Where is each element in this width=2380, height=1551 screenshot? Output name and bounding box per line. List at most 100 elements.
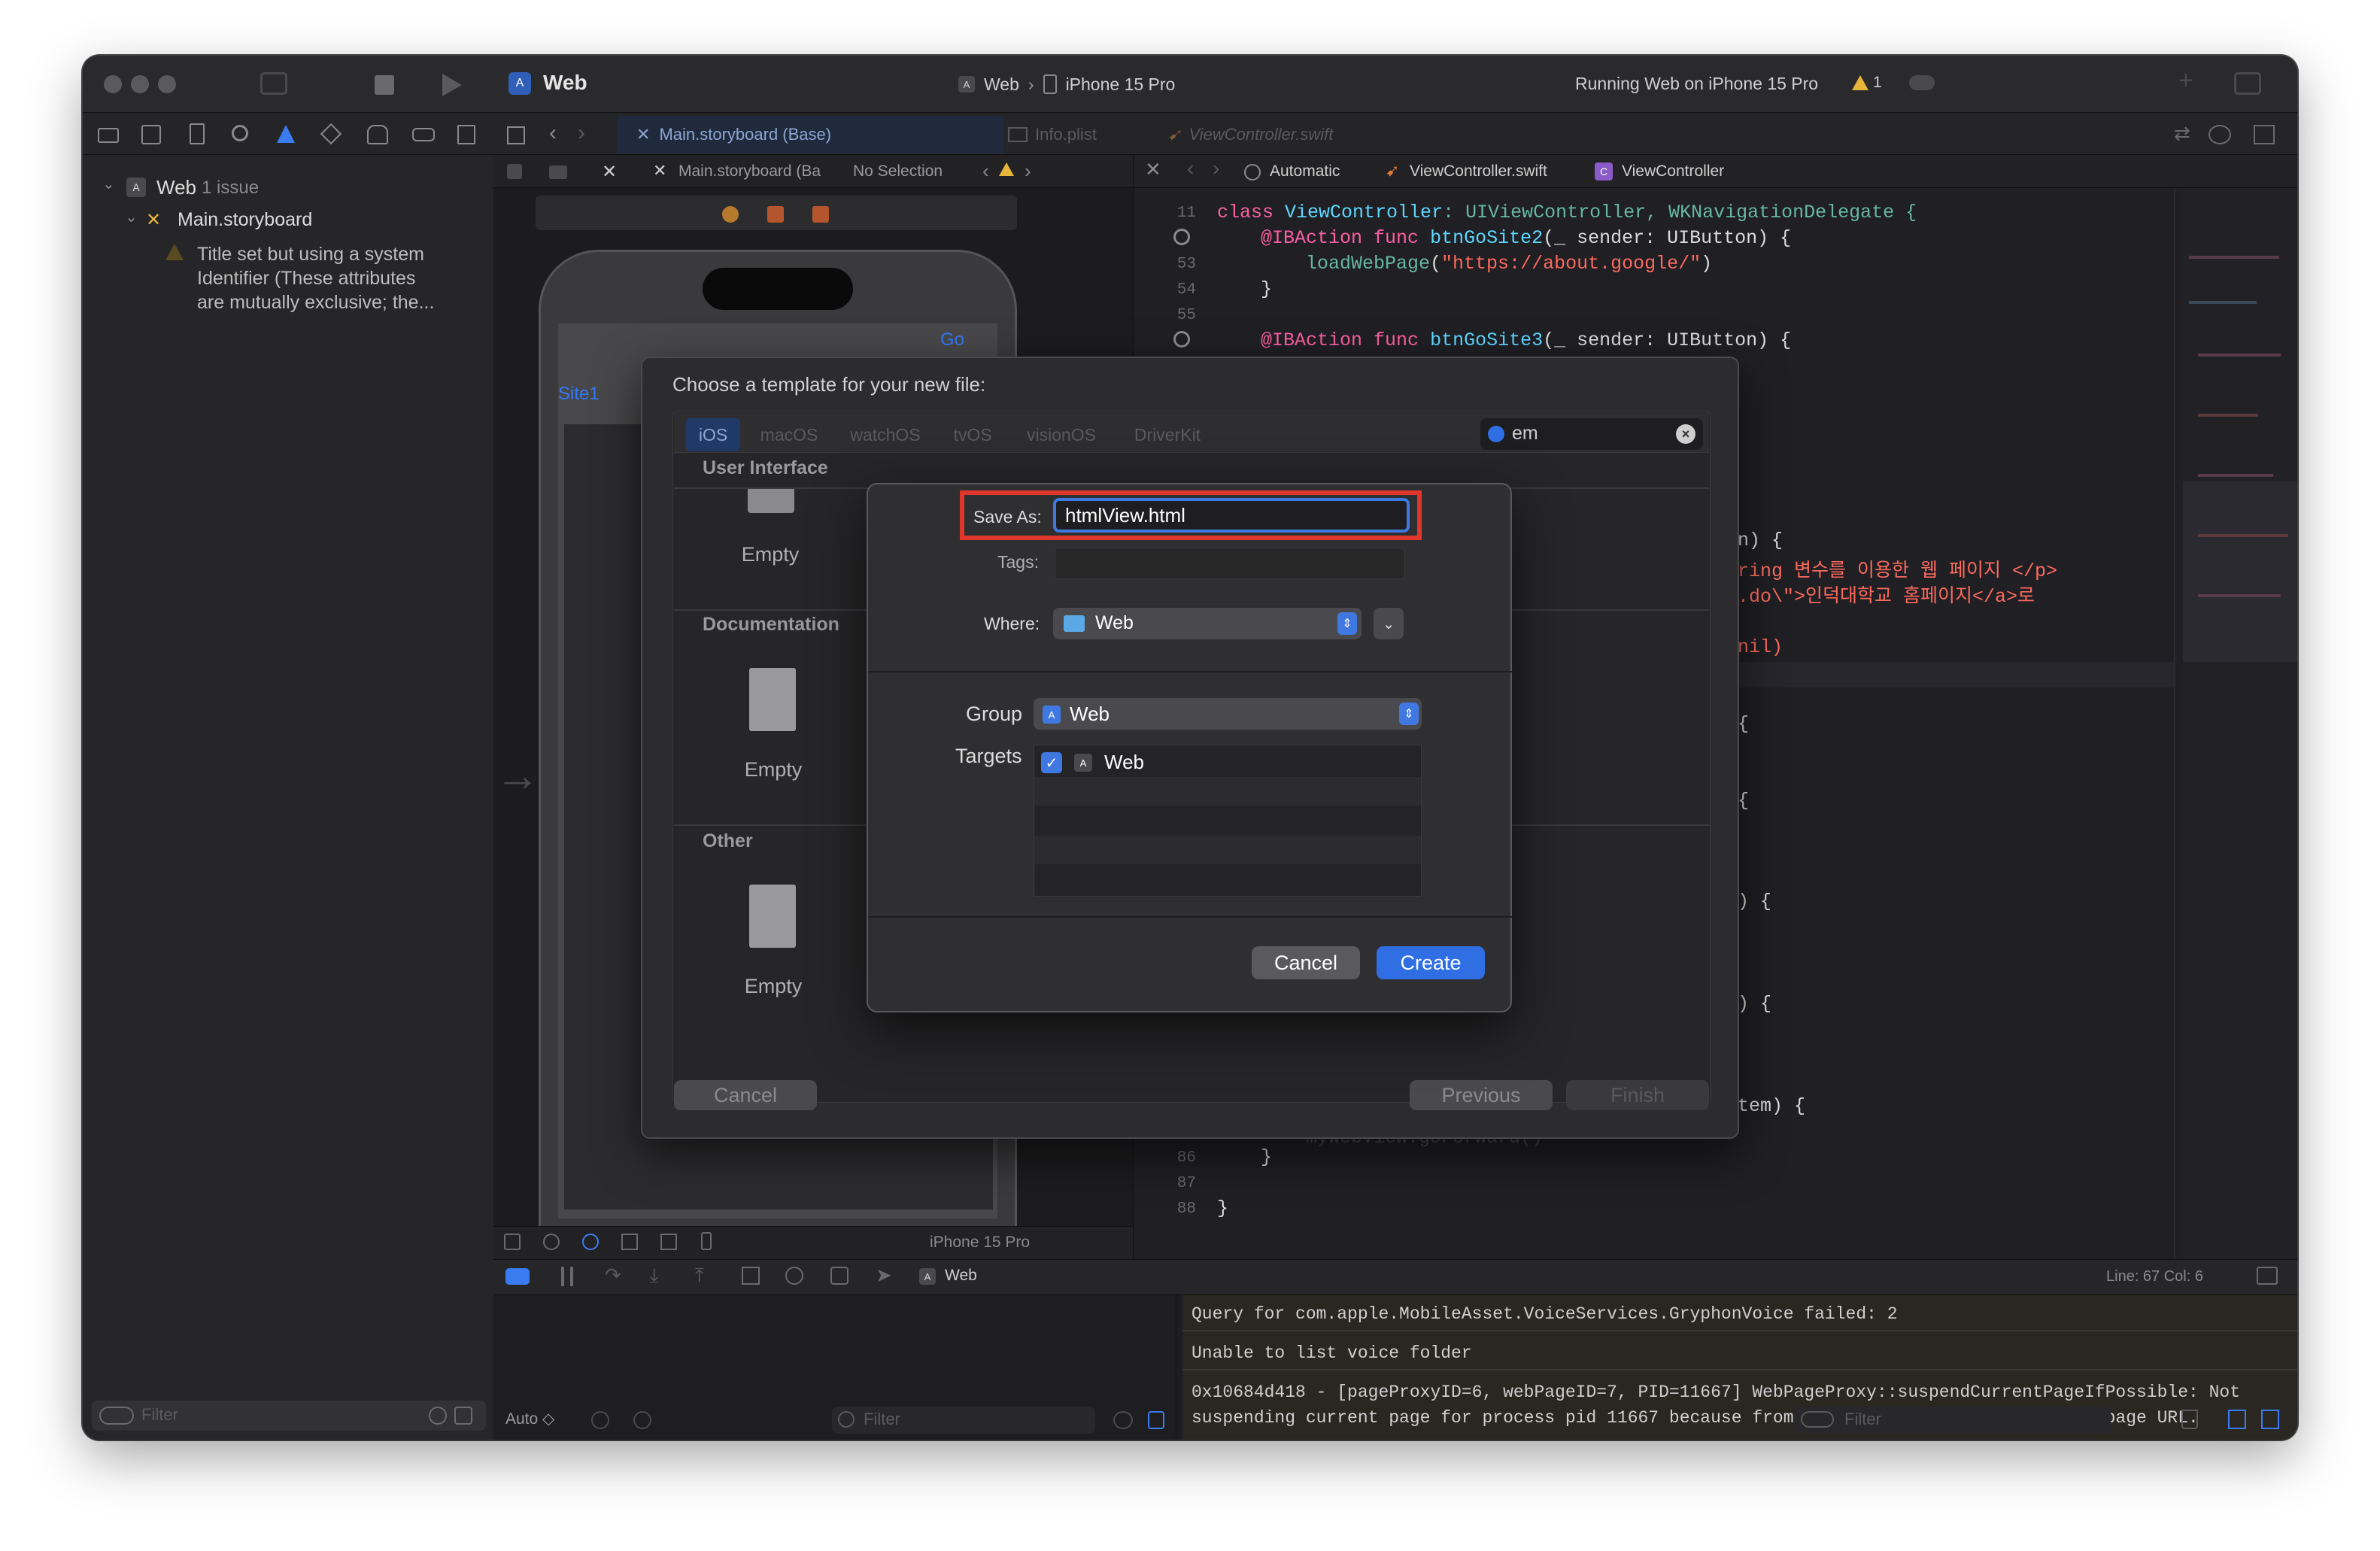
file-label[interactable]: Main.storyboard — [178, 209, 312, 231]
back-icon[interactable]: ‹ — [1187, 156, 1194, 181]
step-over-icon[interactable]: ↷ — [605, 1264, 621, 1287]
related-items-icon[interactable] — [1244, 164, 1261, 181]
expand-dialog-button[interactable]: ⌄ — [1374, 608, 1404, 639]
tab-driverkit[interactable]: DriverKit — [1115, 418, 1220, 451]
eye-icon[interactable] — [1113, 1411, 1133, 1429]
tab-info-plist[interactable]: Info.plist — [1000, 116, 1158, 153]
zoom-window-button[interactable] — [158, 75, 176, 93]
scheme-selector[interactable]: A Web › iPhone 15 Pro — [958, 68, 1334, 101]
report-icon[interactable] — [457, 125, 475, 144]
debug-target[interactable]: Web — [945, 1267, 977, 1285]
forward-icon[interactable]: › — [578, 120, 585, 146]
tab-tvos[interactable]: tvOS — [939, 418, 1006, 451]
issues-filter-icon[interactable] — [454, 1407, 472, 1425]
inspector-toggle-icon[interactable] — [2234, 72, 2261, 95]
close-window-button[interactable] — [104, 75, 122, 93]
tab-ios[interactable]: iOS — [686, 418, 740, 451]
disclosure-down-icon[interactable]: ⌄ — [102, 175, 115, 193]
back-icon[interactable]: ‹ — [549, 120, 557, 146]
minimap[interactable] — [2183, 188, 2297, 1259]
template-empty-other[interactable]: Empty — [736, 975, 811, 998]
storyboard-template-icon[interactable] — [748, 489, 794, 513]
tab-visionos[interactable]: visionOS — [1012, 418, 1110, 451]
tab-viewcontroller-swift[interactable]: ➹ ViewController.swift — [1160, 116, 1386, 153]
environment-icon[interactable] — [830, 1267, 848, 1285]
outlet-connection-icon[interactable] — [1173, 331, 1190, 348]
template-empty-documentation[interactable]: Empty — [736, 758, 811, 782]
site1-button[interactable]: Site1 — [558, 384, 600, 405]
tab-watchos[interactable]: watchOS — [836, 418, 934, 451]
stop-icon[interactable] — [375, 75, 394, 95]
recent-filter-icon[interactable] — [429, 1407, 447, 1425]
step-out-icon[interactable]: ⤒ — [695, 1264, 704, 1288]
close-editor-icon[interactable]: ✕ — [1145, 158, 1161, 181]
project-label[interactable]: Web — [156, 176, 196, 199]
warning-indicator[interactable]: 1 — [1852, 74, 1882, 92]
memory-graph-icon[interactable] — [785, 1267, 803, 1285]
tab-macos[interactable]: macOS — [748, 418, 830, 451]
device-icon[interactable] — [701, 1232, 712, 1250]
forward-icon[interactable]: › — [1213, 156, 1219, 181]
minimize-window-button[interactable] — [131, 75, 149, 93]
add-icon[interactable]: + — [2178, 66, 2193, 96]
other-template-icon[interactable] — [749, 885, 796, 948]
template-empty-ui[interactable]: Empty — [733, 543, 808, 566]
tags-input[interactable] — [1055, 548, 1405, 579]
sheet-previous-button[interactable]: Previous — [1410, 1080, 1553, 1110]
issue-navigator-icon[interactable] — [277, 125, 295, 143]
console-filter-field[interactable] — [1795, 1407, 2111, 1434]
debug-area-layout-icon[interactable] — [2257, 1267, 2278, 1285]
layout-icon[interactable] — [660, 1234, 677, 1250]
refresh-icon[interactable]: ⇄ — [2174, 122, 2190, 145]
step-into-icon[interactable]: ⤓ — [650, 1264, 659, 1288]
jumpbar-mode[interactable]: Automatic — [1270, 162, 1340, 181]
view-hierarchy-icon[interactable] — [742, 1267, 760, 1285]
accessibility-icon[interactable] — [543, 1234, 560, 1250]
sheet-finish-button[interactable]: Finish — [1566, 1080, 1709, 1110]
grid-icon[interactable] — [507, 126, 525, 144]
jumpbar-file[interactable]: Main.storyboard (Ba — [678, 162, 821, 181]
outlet-connection-icon[interactable] — [1173, 229, 1190, 245]
folder-icon[interactable] — [98, 128, 119, 143]
jumpbar-file[interactable]: ViewController.swift — [1410, 162, 1547, 181]
search-icon[interactable] — [232, 125, 248, 141]
documentation-template-icon[interactable] — [749, 668, 796, 731]
orientation-icon[interactable] — [621, 1234, 638, 1250]
view-controller-icon[interactable] — [722, 206, 739, 223]
trash-icon[interactable] — [2181, 1410, 2198, 1429]
breakpoint-icon[interactable] — [412, 128, 435, 141]
entry-point-arrow-icon[interactable]: → — [495, 749, 540, 801]
jumpbar-symbol[interactable]: ViewController — [1622, 162, 1724, 181]
console-toggle-icon[interactable] — [1148, 1411, 1164, 1429]
device-label[interactable]: iPhone 15 Pro — [930, 1234, 1030, 1252]
go-button[interactable]: Go — [940, 329, 964, 351]
jumpbar-selection[interactable]: No Selection — [853, 162, 943, 181]
variables-split-icon[interactable] — [2228, 1410, 2246, 1429]
disclosure-down-icon[interactable]: ⌄ — [125, 208, 138, 226]
tab-main-storyboard[interactable]: ✕ Main.storyboard (Base) — [617, 116, 1003, 153]
previous-issue-icon[interactable]: ‹ — [982, 159, 989, 183]
debug-icon[interactable] — [367, 125, 388, 144]
filter-icon[interactable] — [99, 1407, 134, 1425]
warning-icon[interactable] — [999, 162, 1014, 176]
create-button[interactable]: Create — [1377, 946, 1485, 979]
target-checkbox[interactable]: ✓ — [1041, 752, 1062, 773]
location-icon[interactable]: ➤ — [876, 1264, 892, 1287]
run-icon[interactable] — [442, 74, 462, 96]
cancel-button[interactable]: Cancel — [1252, 946, 1360, 979]
appearance-icon[interactable] — [582, 1234, 599, 1250]
outline-toggle-icon[interactable] — [504, 1234, 521, 1250]
info-icon[interactable] — [633, 1411, 651, 1429]
source-control-icon[interactable] — [141, 125, 161, 144]
exit-icon[interactable] — [812, 206, 829, 223]
next-issue-icon[interactable]: › — [1025, 159, 1031, 183]
bookmark-icon[interactable] — [190, 123, 205, 144]
eye-icon[interactable] — [591, 1411, 609, 1429]
pause-icon[interactable] — [561, 1267, 573, 1286]
console-split-icon[interactable] — [2261, 1410, 2279, 1429]
clear-search-icon[interactable]: × — [1676, 424, 1695, 444]
hide-debug-area-icon[interactable] — [505, 1268, 530, 1285]
sheet-cancel-button[interactable]: Cancel — [674, 1080, 817, 1110]
add-editor-icon[interactable] — [2254, 125, 2275, 144]
first-responder-icon[interactable] — [767, 206, 784, 223]
